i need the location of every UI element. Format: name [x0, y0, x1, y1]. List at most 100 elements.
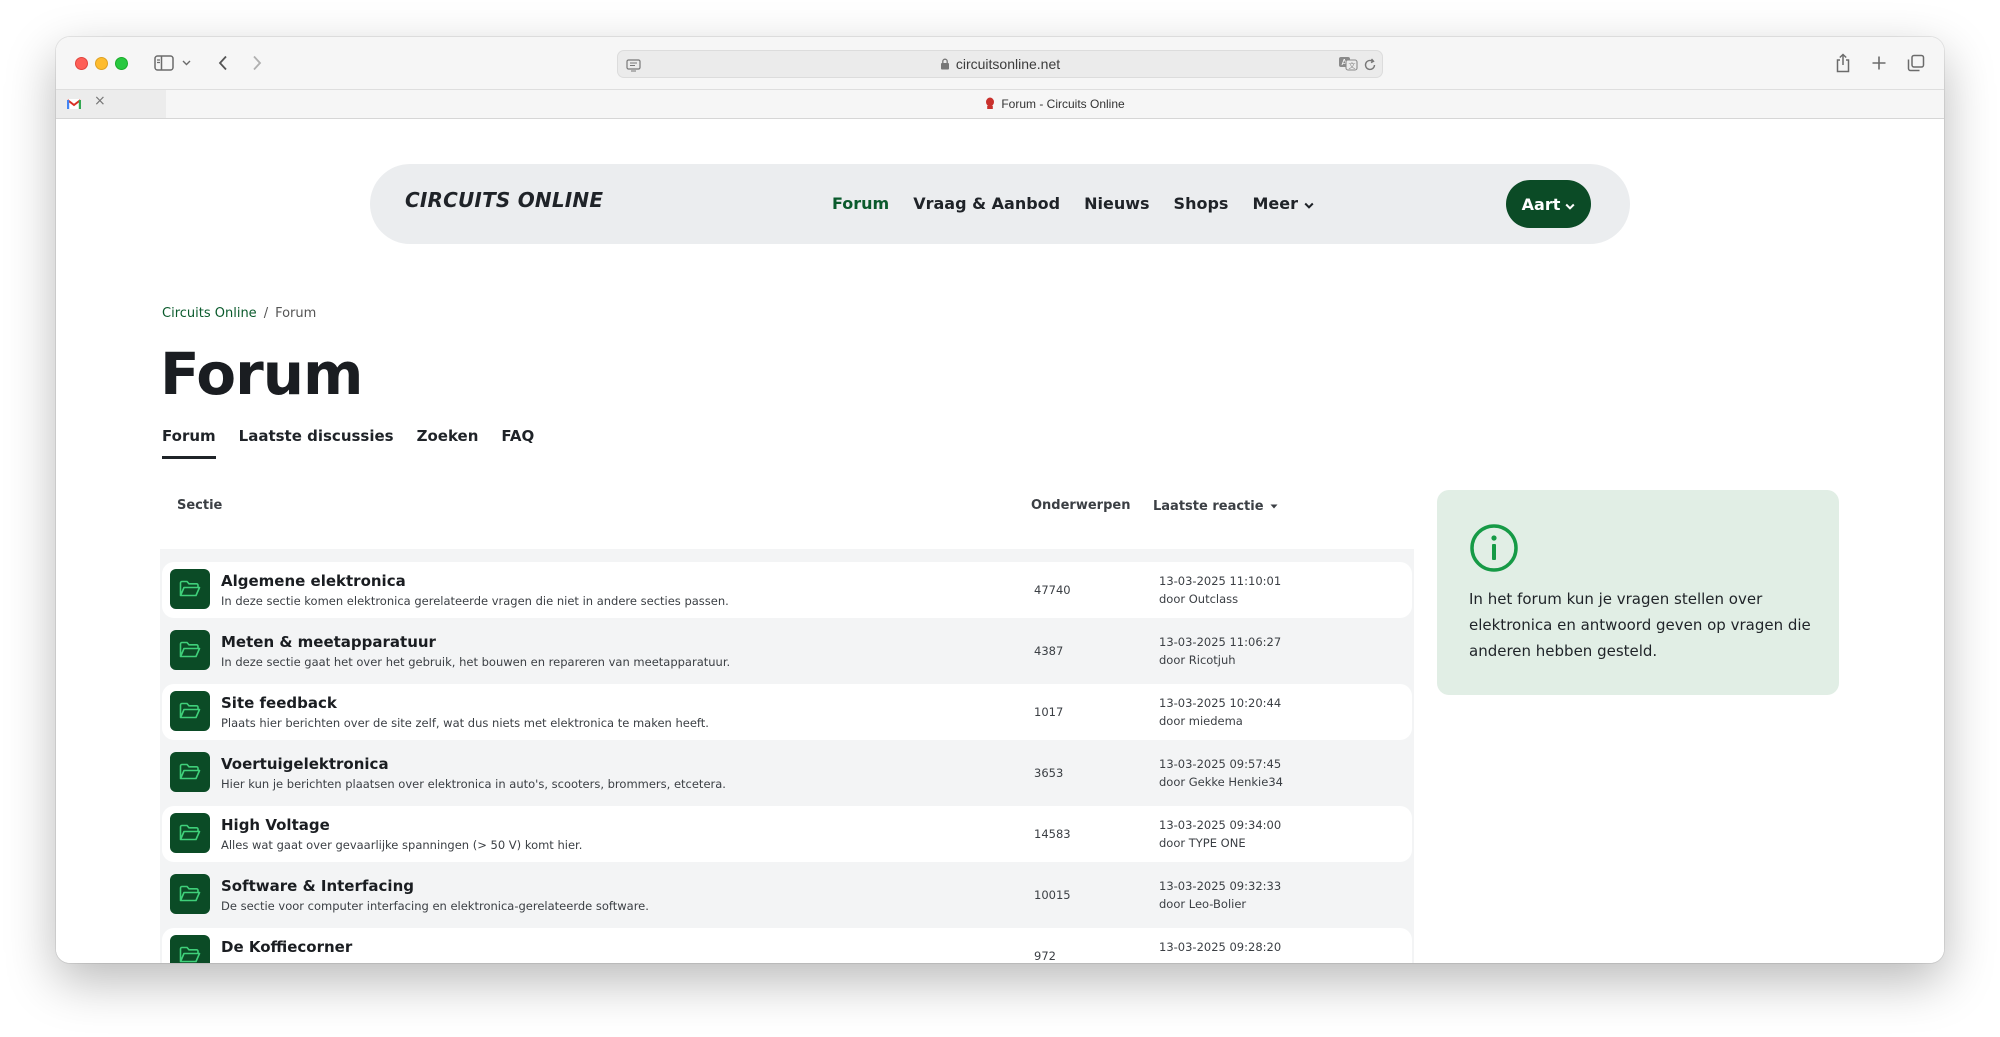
breadcrumb-current: Forum [275, 306, 317, 321]
table-row[interactable]: Algemene elektronica In deze sectie komen… [162, 562, 1412, 618]
folder-icon [170, 569, 210, 609]
table-row[interactable]: De Koffiecorner 972 13-03-2025 09:28:20 [162, 928, 1412, 963]
tab-title: Forum - Circuits Online [1001, 97, 1125, 111]
close-tab-icon[interactable]: × [94, 93, 106, 109]
table-row[interactable]: Voertuigelektronica Hier kun je berichten… [162, 745, 1412, 801]
forum-section-list: Algemene elektronica In deze sectie komen… [162, 562, 1412, 963]
minimize-window-button[interactable] [95, 57, 108, 70]
nav-nieuws[interactable]: Nieuws [1084, 194, 1149, 213]
last-reply-date[interactable]: 13-03-2025 11:10:01 [1159, 574, 1281, 588]
section-description: Plaats hier berichten over de site zelf,… [221, 716, 709, 730]
topic-count: 47740 [1034, 583, 1071, 597]
section-title[interactable]: Software & Interfacing [221, 877, 414, 895]
last-reply-author[interactable]: door TYPE ONE [1159, 836, 1246, 850]
last-reply-author[interactable]: door Leo-Bolier [1159, 897, 1246, 911]
zoom-window-button[interactable] [115, 57, 128, 70]
subtab-zoeken[interactable]: Zoeken [417, 427, 479, 459]
breadcrumb-home-link[interactable]: Circuits Online [162, 306, 257, 321]
subtab-forum[interactable]: Forum [162, 427, 216, 459]
tab-bar: × Forum - Circuits Online [56, 89, 1944, 119]
table-row[interactable]: High Voltage Alles wat gaat over gevaarli… [162, 806, 1412, 862]
column-header-topics[interactable]: Onderwerpen [1031, 498, 1130, 513]
chevron-down-icon [1565, 195, 1575, 214]
page-title: Forum [160, 340, 363, 408]
section-title[interactable]: Site feedback [221, 694, 337, 712]
section-description: In deze sectie komen elektronica gerelat… [221, 594, 729, 608]
nav-vraag-aanbod[interactable]: Vraag & Aanbod [913, 194, 1060, 213]
column-header-last-reply[interactable]: Laatste reactie [1153, 498, 1278, 514]
browser-toolbar: circuitsonline.net A文 [56, 37, 1944, 89]
folder-icon [170, 813, 210, 853]
nav-forum[interactable]: Forum [832, 194, 889, 213]
forward-icon[interactable] [246, 50, 268, 76]
last-reply-author[interactable]: door Outclass [1159, 592, 1238, 606]
section-title[interactable]: Meten & meetapparatuur [221, 633, 436, 651]
tab-forum[interactable]: Forum - Circuits Online [166, 90, 1944, 118]
site-navbar: CIRCUITS ONLINE Forum Vraag & Aanbod Nie… [370, 164, 1630, 244]
gmail-tab-icon[interactable] [66, 96, 82, 112]
folder-icon [170, 691, 210, 731]
table-row[interactable]: Meten & meetapparatuur In deze sectie gaa… [162, 623, 1412, 679]
page-viewport: CIRCUITS ONLINE Forum Vraag & Aanbod Nie… [56, 119, 1944, 963]
section-description: In deze sectie gaat het over het gebruik… [221, 655, 731, 669]
folder-icon [170, 752, 210, 792]
section-title[interactable]: De Koffiecorner [221, 938, 352, 956]
translate-icon[interactable]: A文 [1338, 56, 1358, 75]
user-menu-button[interactable]: Aart [1506, 180, 1591, 228]
last-reply-author[interactable]: door miedema [1159, 714, 1243, 728]
last-reply-date[interactable]: 13-03-2025 10:20:44 [1159, 696, 1281, 710]
last-reply-date[interactable]: 13-03-2025 09:28:20 [1159, 940, 1281, 954]
lock-icon [940, 52, 950, 78]
site-logo[interactable]: CIRCUITS ONLINE [405, 188, 603, 212]
sidebar-icon[interactable] [152, 50, 176, 76]
sidebar-menu-chevron-icon[interactable] [180, 50, 192, 76]
url-text: circuitsonline.net [955, 56, 1061, 72]
subtab-laatste-discussies[interactable]: Laatste discussies [239, 427, 394, 459]
section-title[interactable]: High Voltage [221, 816, 330, 834]
back-icon[interactable] [212, 50, 234, 76]
last-reply-author[interactable]: door Ricotjuh [1159, 653, 1236, 667]
close-window-button[interactable] [75, 57, 88, 70]
forum-subtabs: Forum Laatste discussies Zoeken FAQ [162, 427, 534, 459]
main-nav: Forum Vraag & Aanbod Nieuws Shops Meer [832, 194, 1314, 213]
breadcrumb: Circuits Online / Forum [162, 306, 316, 321]
last-reply-date[interactable]: 13-03-2025 09:34:00 [1159, 818, 1281, 832]
subtab-faq[interactable]: FAQ [501, 427, 534, 459]
share-icon[interactable] [1832, 50, 1854, 76]
topic-count: 3653 [1034, 766, 1064, 780]
reload-icon[interactable] [1363, 57, 1377, 76]
user-name: Aart [1521, 194, 1561, 214]
table-row[interactable]: Software & Interfacing De sectie voor com… [162, 867, 1412, 923]
breadcrumb-separator: / [263, 306, 269, 321]
last-reply-date[interactable]: 13-03-2025 11:06:27 [1159, 635, 1281, 649]
new-tab-icon[interactable] [1868, 50, 1890, 76]
info-text: In het forum kun je vragen stellen over … [1469, 590, 1811, 660]
last-reply-date[interactable]: 13-03-2025 09:32:33 [1159, 879, 1281, 893]
section-title[interactable]: Algemene elektronica [221, 572, 406, 590]
table-row[interactable]: Site feedback Plaats hier berichten over … [162, 684, 1412, 740]
last-reply-author[interactable]: door Gekke Henkie34 [1159, 775, 1283, 789]
section-description: Hier kun je berichten plaatsen over elek… [221, 777, 726, 791]
browser-window: circuitsonline.net A文 × Forum - Circuits… [56, 37, 1944, 963]
info-card: In het forum kun je vragen stellen over … [1437, 490, 1839, 695]
folder-icon [170, 935, 210, 963]
info-icon [1469, 523, 1519, 577]
folder-icon [170, 630, 210, 670]
section-description: Alles wat gaat over gevaarlijke spanning… [221, 838, 583, 852]
tab-overview-icon[interactable] [1905, 50, 1927, 76]
chevron-down-icon [1304, 194, 1314, 213]
topic-count: 972 [1034, 949, 1056, 963]
nav-meer-label: Meer [1252, 194, 1298, 213]
topic-count: 14583 [1034, 827, 1071, 841]
section-description: De sectie voor computer interfacing en e… [221, 899, 649, 913]
section-title[interactable]: Voertuigelektronica [221, 755, 389, 773]
column-header-last-reply-label: Laatste reactie [1153, 499, 1264, 514]
nav-shops[interactable]: Shops [1174, 194, 1229, 213]
last-reply-date[interactable]: 13-03-2025 09:57:45 [1159, 757, 1281, 771]
column-header-section: Sectie [177, 498, 223, 513]
topic-count: 1017 [1034, 705, 1064, 719]
folder-icon [170, 874, 210, 914]
svg-text:文: 文 [1349, 61, 1356, 70]
nav-meer[interactable]: Meer [1252, 194, 1314, 213]
address-bar[interactable]: circuitsonline.net A文 [617, 50, 1383, 78]
